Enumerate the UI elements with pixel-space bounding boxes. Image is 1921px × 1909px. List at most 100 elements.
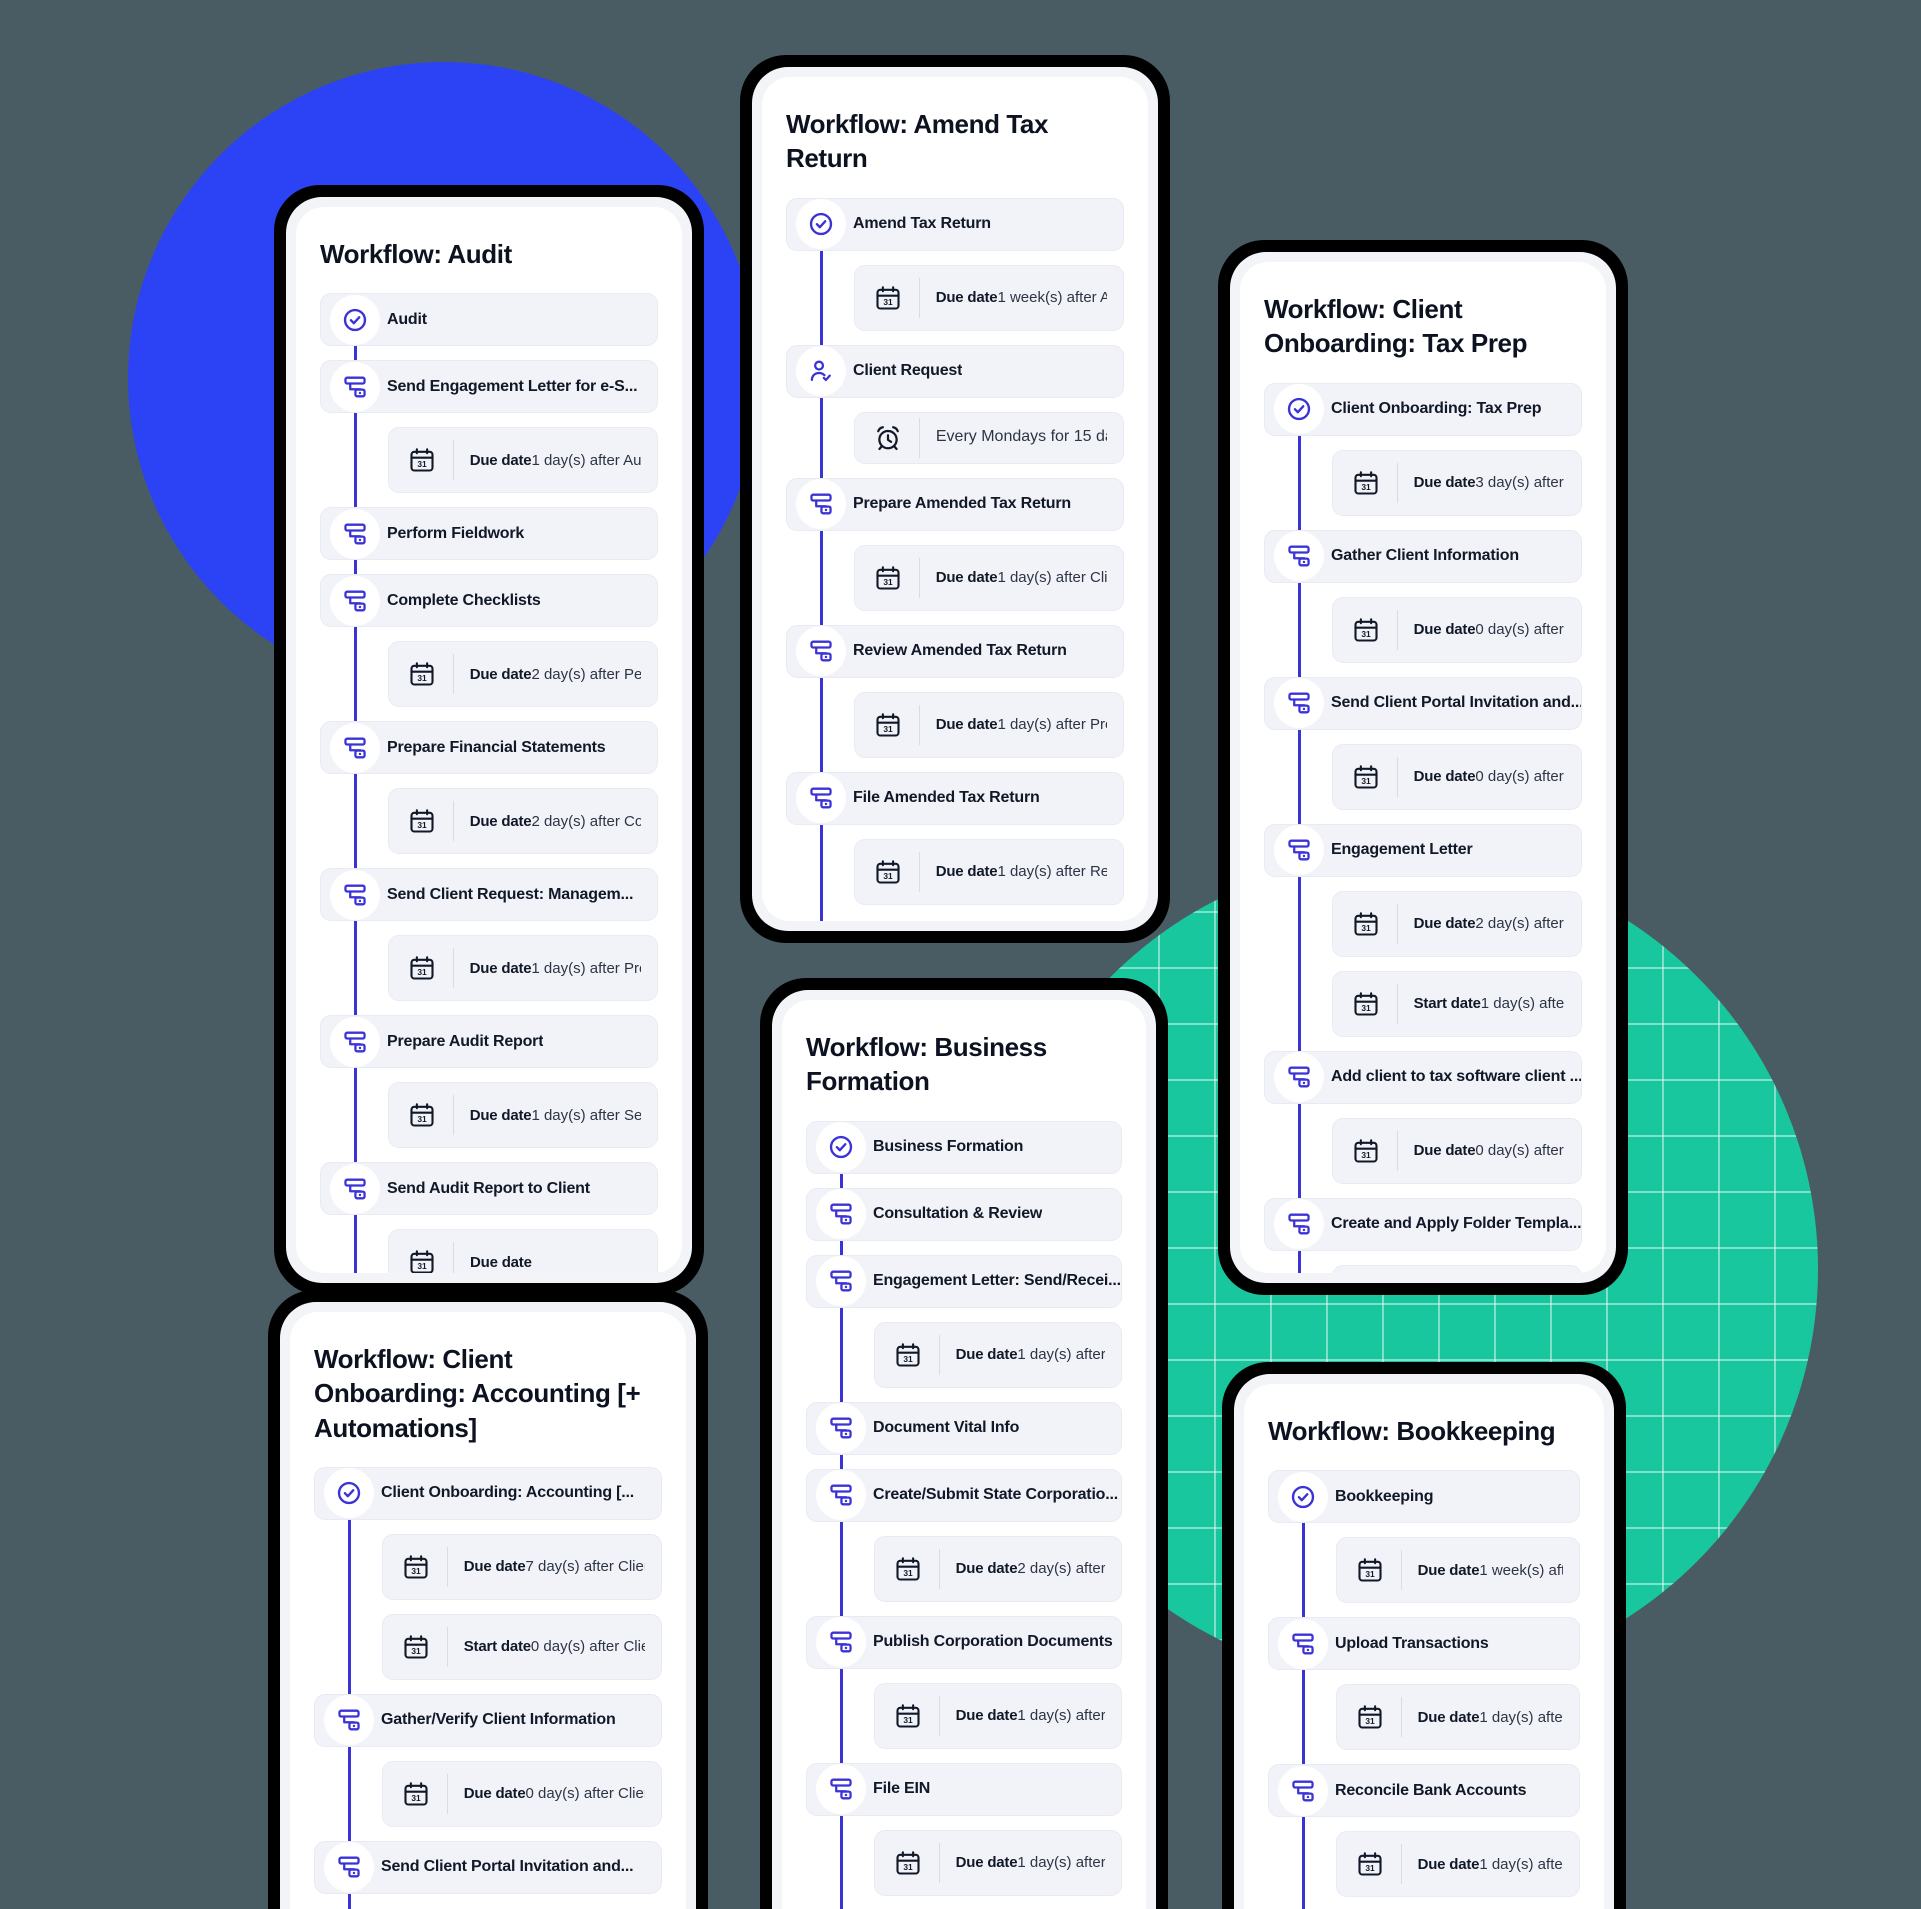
step-detail[interactable]: 31 Due date1 day(s) after Publish Cor... xyxy=(874,1829,1122,1896)
workflow-step-label: File Amended Tax Return xyxy=(853,789,1040,807)
workflow-step[interactable]: Engagement Letter xyxy=(1264,823,1582,877)
step-detail[interactable]: 31Due date0 day(s) after Engagemen... xyxy=(1332,1117,1582,1184)
workflow-icon xyxy=(816,1470,866,1521)
step-detail[interactable]: Every Mondays for 15 days xyxy=(854,411,1124,464)
workflow-step[interactable]: Send Client Request: Managem... xyxy=(320,868,658,922)
workflow-step[interactable]: Send Client Portal Invitation and... xyxy=(1264,676,1582,730)
step-detail[interactable]: 31 Due date1 day(s) after Create/Sub... xyxy=(874,1682,1122,1749)
workflow-step[interactable]: Perform Fieldwork xyxy=(320,507,658,561)
workflow-step[interactable]: Reconcile Bank Accounts xyxy=(1268,1764,1580,1818)
workflow-step[interactable]: File EIN xyxy=(806,1762,1122,1816)
step-detail[interactable]: 31 Due date xyxy=(388,1229,658,1273)
workflow-step[interactable]: Send Audit Report to Client xyxy=(320,1162,658,1216)
step-detail[interactable]: 31 Start date0 day(s) after Client Onbo..… xyxy=(382,1613,662,1680)
step-detail[interactable]: 31 Due date1 day(s) after Client Requ... xyxy=(854,544,1124,611)
workflow-step-label: Reconcile Bank Accounts xyxy=(1335,1781,1527,1799)
detail-divider xyxy=(919,557,920,598)
step-detail[interactable]: 31 Due date2 day(s) after Engagemen... xyxy=(874,1535,1122,1602)
page-title: Workflow: Client Onboarding: Tax Prep xyxy=(1264,294,1528,359)
workflow-step[interactable]: Create and Apply Folder Templa... xyxy=(1264,1197,1582,1251)
workflow-step[interactable]: Gather/Verify Client Information xyxy=(314,1693,662,1747)
detail-title: Due date xyxy=(1413,915,1476,933)
detail-text: Due date2 day(s) after Perform Fiel... xyxy=(470,664,641,685)
calendar-icon: 31 xyxy=(871,284,905,312)
step-detail[interactable]: 31 Due date3 day(s) after Client Onbo... xyxy=(1332,449,1582,516)
workflow-step[interactable]: Create/Submit State Corporatio... xyxy=(806,1468,1122,1522)
workflow-step[interactable]: Audit xyxy=(320,293,658,347)
detail-title: Due date xyxy=(1417,1708,1480,1726)
detail-title: Due date xyxy=(470,1253,532,1271)
step-detail[interactable]: 31 Due date1 week(s) after Amend Ta... xyxy=(854,264,1124,331)
detail-title: Start date xyxy=(463,1638,531,1656)
workflow-step[interactable]: Upload Transactions xyxy=(1268,1617,1580,1671)
workflow-step-label: Engagement Letter xyxy=(1331,841,1473,859)
calendar-icon: 31 xyxy=(399,1633,433,1661)
workflow-step[interactable]: Client Request xyxy=(786,344,1124,398)
workflow-step[interactable]: Engagement Letter: Send/Recei... xyxy=(806,1254,1122,1308)
detail-title: Due date xyxy=(1413,768,1476,786)
step-detail[interactable]: 31 Due date0 day(s) after Client Onbo... xyxy=(1332,596,1582,663)
step-detail[interactable]: 31 Due date2 day(s) after Perform Fiel... xyxy=(388,641,658,708)
workflow-screen-client-onboarding-tax-prep: Workflow: Client Onboarding: Tax Prep Cl… xyxy=(1240,262,1606,1273)
detail-value: 0 day(s) after Client Onbo... xyxy=(530,1638,645,1656)
svg-text:31: 31 xyxy=(1361,923,1371,933)
timeline-client-onboarding-accounting: Client Onboarding: Accounting [... 31 Due … xyxy=(314,1466,662,1909)
svg-text:31: 31 xyxy=(1361,629,1371,639)
workflow-step[interactable]: Gather Client Information xyxy=(1264,529,1582,583)
workflow-step[interactable]: Bookkeeping xyxy=(1268,1470,1580,1524)
detail-title: Due date xyxy=(935,289,998,307)
detail-text: Due date1 day(s) after Upload Tran... xyxy=(1418,1854,1563,1875)
step-detail[interactable]: 31 Due date1 day(s) after Prepare Fina... xyxy=(388,935,658,1002)
step-detail[interactable]: 31 Due date1 week(s) after Bookkeepi... xyxy=(1336,1537,1580,1604)
step-detail[interactable]: 31 Start date1 day(s) after Client Onbo..… xyxy=(1332,970,1582,1037)
step-detail[interactable]: 31 Due date2 day(s) after Engagemen... xyxy=(1332,890,1582,957)
workflow-step-label: Bookkeeping xyxy=(1335,1487,1434,1505)
detail-text: Start date1 day(s) after Client Onbo... xyxy=(1414,993,1565,1014)
step-detail[interactable]: 31 Due date1 day(s) after Consultation... xyxy=(874,1321,1122,1388)
step-detail[interactable]: 31 Due date1 day(s) after Audit is set t.… xyxy=(388,427,658,494)
detail-text: Due date0 day(s) after Client Onbo... xyxy=(1414,619,1565,640)
detail-title: Due date xyxy=(935,863,998,881)
step-detail[interactable]: 31 Due date1 day(s) after Upload Tran... xyxy=(1336,1831,1580,1898)
detail-title: Due date xyxy=(469,665,532,683)
calendar-icon: 31 xyxy=(405,660,439,688)
workflow-step[interactable]: Client Onboarding: Tax Prep xyxy=(1264,382,1582,436)
workflow-step[interactable]: Prepare Amended Tax Return xyxy=(786,477,1124,531)
detail-value: 1 day(s) after Publish Cor... xyxy=(1017,1854,1105,1872)
workflow-step-label: Upload Transactions xyxy=(1335,1634,1489,1652)
workflow-step[interactable]: File Amended Tax Return xyxy=(786,771,1124,825)
step-detail[interactable]: 31 Due date7 day(s) after Client Onbo... xyxy=(382,1533,662,1600)
detail-value: Every Mondays for 15 days xyxy=(935,428,1107,446)
detail-text: Due date2 day(s) after Engagemen... xyxy=(956,1558,1105,1579)
step-detail[interactable]: 31 Due date0 day(s) after Client Onbo... xyxy=(1332,743,1582,810)
workflow-step[interactable]: Publish Corporation Documents xyxy=(806,1615,1122,1669)
workflow-step[interactable]: Send Engagement Letter for e-S... xyxy=(320,360,658,414)
workflow-step[interactable]: Business Formation xyxy=(806,1120,1122,1174)
step-detail[interactable]: 31 Due date1 day(s) after Review Ame... xyxy=(854,838,1124,905)
workflow-step[interactable]: Complete Checklists xyxy=(320,574,658,628)
workflow-icon xyxy=(330,869,380,920)
phone-inner: Workflow: Client Onboarding: Accounting … xyxy=(280,1302,696,1909)
workflow-step[interactable]: Prepare Financial Statements xyxy=(320,721,658,775)
workflow-step[interactable]: Prepare Audit Report xyxy=(320,1015,658,1069)
step-detail[interactable]: 31 Due date0 day(s) after Client Onbo... xyxy=(382,1760,662,1827)
step-detail[interactable]: 31 Due date1 day(s) after Prepare Am... xyxy=(854,691,1124,758)
step-detail[interactable]: 31 Due date2 day(s) after Complete C... xyxy=(388,788,658,855)
workflow-icon xyxy=(330,1016,380,1067)
workflow-step[interactable]: Review Amended Tax Return xyxy=(786,624,1124,678)
step-detail[interactable]: 31 Due date1 day(s) after Bookkeepin... xyxy=(1336,1684,1580,1751)
step-detail[interactable]: 31 Due date1 day(s) after Send Client ... xyxy=(388,1082,658,1149)
step-detail[interactable]: 31Due date0 day(s) after Engagemen... xyxy=(1332,1264,1582,1273)
workflow-icon xyxy=(330,1163,380,1214)
phone-card-amend-tax-return: Workflow: Amend Tax Return Amend Tax Ret… xyxy=(740,55,1170,943)
workflow-step[interactable]: Consultation & Review xyxy=(806,1187,1122,1241)
detail-value: 1 day(s) after Prepare Am... xyxy=(997,716,1107,734)
workflow-step[interactable]: Add client to tax software client ... xyxy=(1264,1050,1582,1104)
workflow-icon xyxy=(1274,1199,1324,1250)
workflow-step[interactable]: Send Client Portal Invitation and... xyxy=(314,1840,662,1894)
workflow-step[interactable]: Client Onboarding: Accounting [... xyxy=(314,1466,662,1520)
timeline-spine xyxy=(1302,1496,1305,1909)
workflow-step[interactable]: Document Vital Info xyxy=(806,1401,1122,1455)
workflow-step-label: Consultation & Review xyxy=(873,1205,1043,1223)
workflow-step[interactable]: Amend Tax Return xyxy=(786,197,1124,251)
